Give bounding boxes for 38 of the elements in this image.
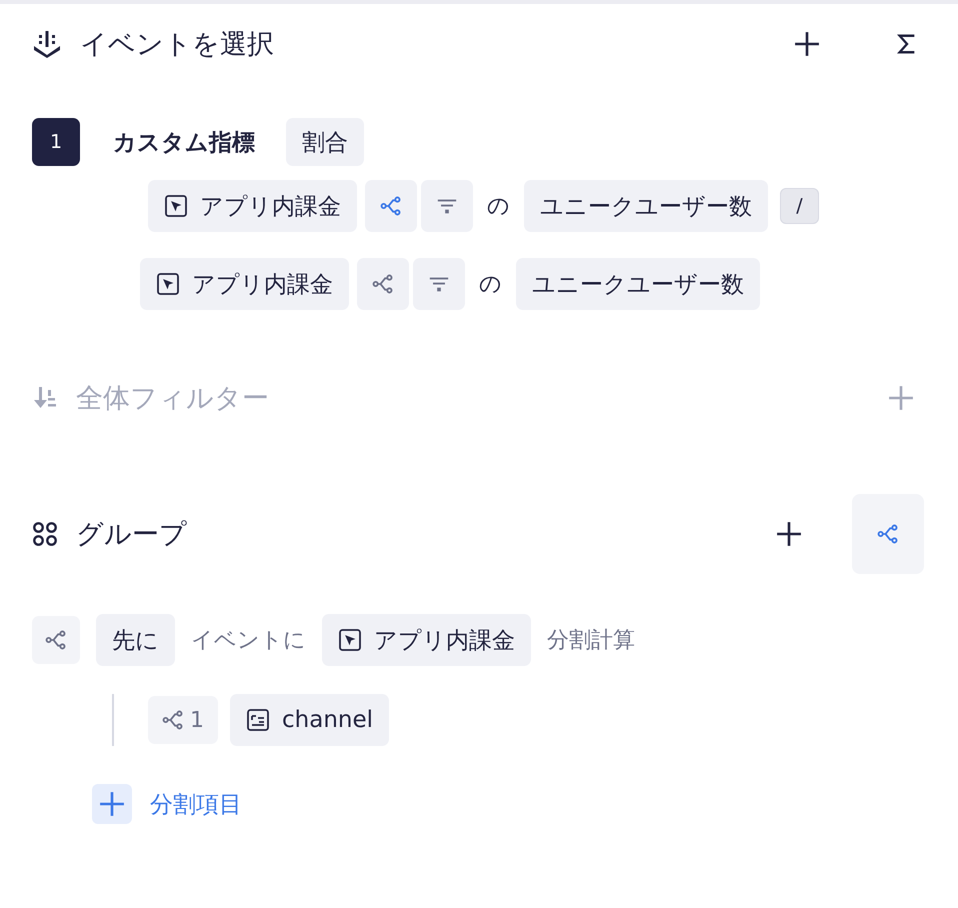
- event-selector[interactable]: アプリ内課金: [148, 180, 357, 232]
- split-count-button[interactable]: 1: [148, 696, 218, 744]
- cursor-icon: [156, 272, 180, 296]
- add-icon[interactable]: [794, 31, 820, 57]
- order-selector[interactable]: 先に: [96, 614, 175, 666]
- connector-text: の: [487, 193, 510, 221]
- operator-button[interactable]: /: [780, 188, 819, 224]
- connector-text: の: [479, 271, 502, 299]
- property-icon: [246, 708, 270, 732]
- split-icon: [380, 195, 402, 217]
- property-selector[interactable]: channel: [230, 694, 390, 746]
- split-icon: [877, 523, 899, 545]
- cursor-icon: [338, 628, 362, 652]
- split-icon: [372, 273, 394, 295]
- rule-text: イベントに: [191, 627, 306, 655]
- events-icon: [32, 29, 62, 59]
- add-icon[interactable]: [776, 521, 802, 547]
- cursor-icon: [164, 194, 188, 218]
- event-selector[interactable]: アプリ内課金: [140, 258, 349, 310]
- measure-selector[interactable]: ユニークユーザー数: [516, 258, 760, 310]
- filter-button[interactable]: [413, 258, 465, 310]
- section-title: 全体フィルター: [76, 382, 270, 416]
- metric-name: カスタム指標: [113, 128, 255, 158]
- rule-text: 分割計算: [547, 627, 635, 655]
- section-title: グループ: [76, 518, 188, 552]
- split-icon: [45, 629, 67, 651]
- event-selector[interactable]: アプリ内課金: [322, 614, 531, 666]
- metric-type-selector[interactable]: 割合: [286, 118, 364, 166]
- filter-button[interactable]: [421, 180, 473, 232]
- split-button[interactable]: [365, 180, 417, 232]
- group-icon: [32, 521, 58, 547]
- split-button[interactable]: [32, 616, 80, 664]
- section-title: イベントを選択: [80, 28, 275, 62]
- measure-selector[interactable]: ユニークユーザー数: [524, 180, 768, 232]
- split-icon: [162, 709, 184, 731]
- add-split-link[interactable]: 分割項目: [150, 788, 242, 820]
- metric-index-badge: 1: [32, 118, 80, 166]
- split-button[interactable]: [357, 258, 409, 310]
